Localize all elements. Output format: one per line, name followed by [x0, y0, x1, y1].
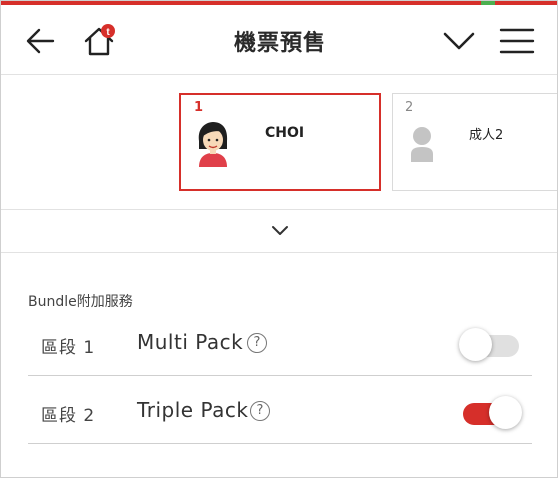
segment-label: 區段 1 [41, 338, 96, 358]
toggle-knob [459, 328, 492, 361]
help-icon[interactable]: ? [247, 333, 267, 353]
menu-button[interactable] [497, 23, 537, 59]
bundle-section-title: Bundle附加服務 [28, 294, 133, 310]
help-icon[interactable]: ? [250, 401, 270, 421]
triple-pack-toggle[interactable] [459, 396, 522, 429]
passenger-name: 成人2 [469, 128, 504, 143]
bundle-row-2: 區段 2 Triple Pack ? [28, 377, 532, 444]
passenger-number: 1 [194, 100, 204, 115]
chevron-down-icon [272, 226, 288, 235]
passenger-card-2[interactable]: 2 成人2 [392, 93, 557, 191]
dropdown-button[interactable] [441, 23, 477, 59]
app-header: t 機票預售 [1, 5, 557, 75]
expand-button[interactable] [270, 223, 290, 239]
passenger-number: 2 [405, 100, 414, 115]
app-frame: t 機票預售 1 CHOI 2 成人2 Bundle附加服務 區段 1 Mult… [0, 0, 558, 478]
expand-row [1, 211, 557, 253]
multi-pack-toggle[interactable] [459, 328, 519, 361]
service-name: Triple Pack [137, 398, 249, 422]
passenger-selector: 1 CHOI 2 成人2 [1, 76, 557, 210]
bundle-row-1: 區段 1 Multi Pack ? [28, 309, 532, 376]
person-placeholder-icon [411, 127, 433, 162]
female-avatar-icon [198, 122, 228, 167]
chevron-down-icon [443, 32, 475, 50]
toggle-knob [489, 396, 522, 429]
hamburger-menu-icon [499, 28, 535, 54]
segment-label: 區段 2 [41, 406, 96, 426]
passenger-name: CHOI [265, 125, 305, 141]
passenger-card-1[interactable]: 1 CHOI [179, 93, 381, 191]
service-name: Multi Pack [137, 330, 244, 354]
